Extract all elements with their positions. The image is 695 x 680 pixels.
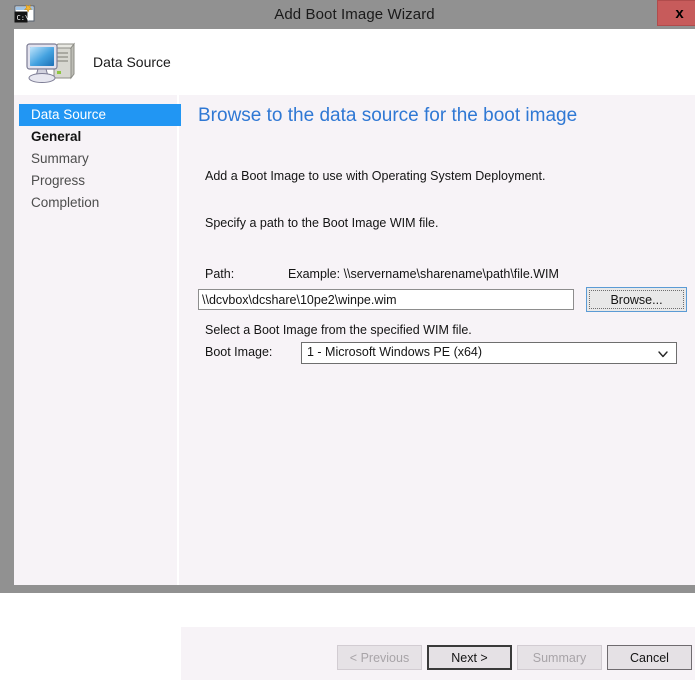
computer-icon bbox=[23, 36, 81, 88]
browse-button-focus-ring: Browse... bbox=[589, 290, 684, 309]
wizard-steps-sidebar: Data Source General Summary Progress Com… bbox=[14, 95, 186, 585]
sidebar-item-label: Summary bbox=[31, 151, 89, 166]
chevron-down-icon bbox=[657, 347, 669, 359]
browse-button[interactable]: Browse... bbox=[586, 287, 687, 312]
window-title: Add Boot Image Wizard bbox=[274, 6, 435, 23]
cancel-button[interactable]: Cancel bbox=[607, 645, 692, 670]
next-button-label: Next > bbox=[451, 650, 488, 665]
intro-text-line-2: Specify a path to the Boot Image WIM fil… bbox=[205, 216, 439, 230]
sidebar-item-label: Progress bbox=[31, 173, 86, 188]
wizard-banner: Data Source bbox=[14, 29, 695, 95]
wizard-window: C:\ Add Boot Image Wizard x Data Source … bbox=[0, 0, 695, 680]
titlebar: C:\ Add Boot Image Wizard x bbox=[7, 0, 695, 29]
previous-button[interactable]: < Previous bbox=[337, 645, 422, 670]
sidebar-item-summary[interactable]: Summary bbox=[14, 148, 177, 170]
bootimage-label: Boot Image: bbox=[205, 345, 273, 359]
wizard-body: Data Source General Summary Progress Com… bbox=[14, 95, 695, 680]
sidebar-item-general[interactable]: General bbox=[14, 126, 177, 148]
close-icon: x bbox=[675, 4, 684, 22]
path-input[interactable] bbox=[198, 289, 574, 310]
sidebar-item-progress[interactable]: Progress bbox=[14, 170, 177, 192]
path-example-text: Example: \\servername\sharename\path\fil… bbox=[288, 267, 559, 281]
sidebar-item-label: Completion bbox=[31, 195, 100, 210]
sidebar-item-label: Data Source bbox=[31, 107, 107, 122]
sccm-console-icon: C:\ bbox=[14, 4, 35, 24]
previous-button-label: < Previous bbox=[349, 650, 410, 665]
sidebar-item-data-source[interactable]: Data Source bbox=[19, 104, 186, 126]
sidebar-item-completion[interactable]: Completion bbox=[14, 192, 177, 214]
bootimage-dropdown[interactable]: 1 - Microsoft Windows PE (x64) bbox=[301, 342, 677, 364]
intro-text-line-1: Add a Boot Image to use with Operating S… bbox=[205, 169, 546, 183]
wizard-button-bar: < Previous Next > Summary Cancel bbox=[181, 627, 695, 680]
select-bootimage-hint: Select a Boot Image from the specified W… bbox=[205, 323, 472, 337]
path-label: Path: bbox=[205, 267, 235, 281]
summary-button[interactable]: Summary bbox=[517, 645, 602, 670]
svg-text:C:\: C:\ bbox=[17, 14, 30, 22]
bootimage-selected-value: 1 - Microsoft Windows PE (x64) bbox=[307, 345, 483, 359]
content-pane: Browse to the data source for the boot i… bbox=[181, 95, 695, 585]
browse-button-label: Browse... bbox=[610, 292, 663, 307]
cancel-button-label: Cancel bbox=[630, 650, 669, 665]
sidebar-item-label: General bbox=[31, 129, 82, 144]
banner-title: Data Source bbox=[93, 54, 171, 70]
page-title: Browse to the data source for the boot i… bbox=[198, 105, 578, 126]
close-button[interactable]: x bbox=[657, 0, 695, 26]
summary-button-label: Summary bbox=[532, 650, 587, 665]
next-button[interactable]: Next > bbox=[427, 645, 512, 670]
